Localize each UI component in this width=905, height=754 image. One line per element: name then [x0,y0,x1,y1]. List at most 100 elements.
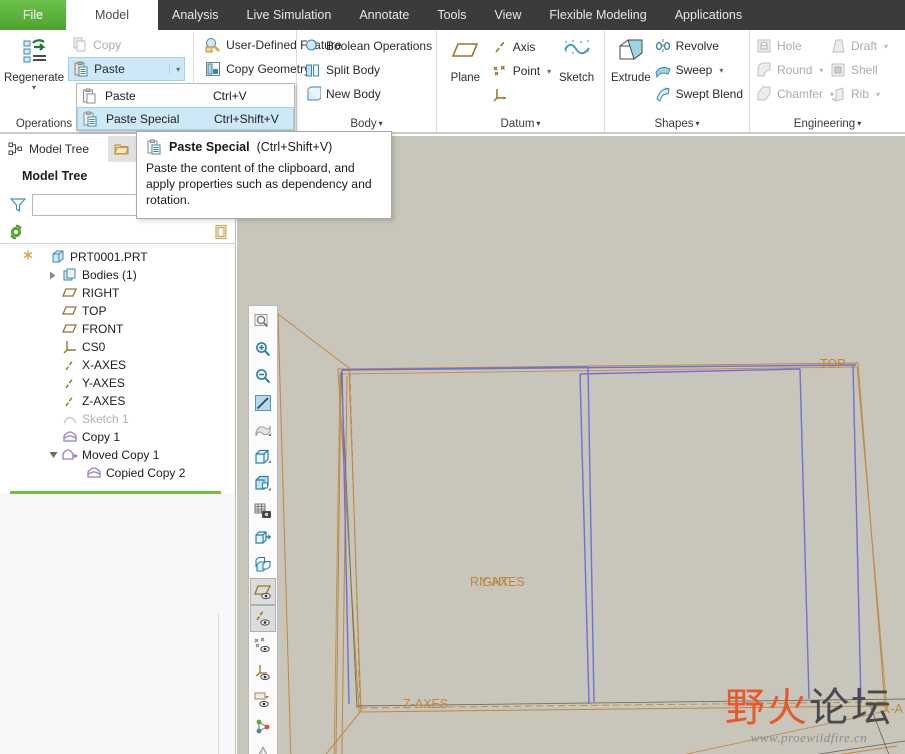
tab-analysis[interactable]: Analysis [158,0,233,30]
extrude-button[interactable]: Extrude [609,33,653,106]
paste-split-button[interactable]: Paste ▾ [68,57,186,81]
tree-row-x-axes[interactable]: X-AXES [0,356,235,374]
round-button[interactable]: Round ▾ [754,58,828,82]
expand-arrow-icon[interactable] [48,270,58,280]
plane-button[interactable]: Plane [441,33,490,107]
axis-label-y[interactable]: Y-AXES [480,575,525,589]
tab-model-label: Model [94,8,130,22]
tab-live-simulation[interactable]: Live Simulation [233,0,346,30]
image-capture-icon[interactable] [250,497,276,524]
axis-icon [62,393,78,409]
sweep-label: Sweep [675,63,713,77]
regenerate-button[interactable]: Regenerate ▾ [4,33,64,92]
axis-icon [62,375,78,391]
tree-row-part[interactable]: PRT0001.PRT [0,248,235,266]
rib-caret-icon[interactable]: ▾ [876,90,880,99]
refit-icon[interactable] [250,308,276,335]
axis-label-z[interactable]: Z-AXES [403,697,448,711]
datum-axis-display-icon[interactable] [250,605,276,632]
tree-row-z-axes[interactable]: Z-AXES [0,392,235,410]
tree-row-front[interactable]: FRONT [0,320,235,338]
tab-annotate[interactable]: Annotate [345,0,423,30]
zoom-in-icon[interactable] [250,335,276,362]
watermark: 野火论坛 www.proewildfire.cn [725,687,893,746]
tab-tools[interactable]: Tools [423,0,480,30]
saved-orientations-icon[interactable] [250,443,276,470]
appearance-gallery-icon[interactable] [250,551,276,578]
body-group-label[interactable]: Body ▾ [297,118,436,130]
perspective-view-icon[interactable] [250,416,276,443]
zoom-out-icon[interactable] [250,362,276,389]
sketch-button[interactable]: Sketch [553,33,600,107]
panel-tab-model-tree[interactable]: Model Tree [0,135,108,162]
tab-model[interactable]: Model [66,0,158,30]
tree-row-sketch-1[interactable]: Sketch 1 [0,410,235,428]
coordinate-system-button[interactable] [490,83,553,107]
shapes-group-label[interactable]: Shapes ▾ [605,118,749,130]
insert-here-bar[interactable] [10,491,221,494]
rib-button[interactable]: Rib ▾ [828,82,901,106]
tab-view[interactable]: View [481,0,536,30]
datum-plane-display-icon[interactable] [250,578,276,605]
datum-label-top[interactable]: TOP [820,357,845,371]
tree-row-y-axes[interactable]: Y-AXES [0,374,235,392]
orientation-icon[interactable] [250,740,276,754]
regenerate-caret-icon[interactable]: ▾ [4,84,64,92]
display-style-icon[interactable] [250,524,276,551]
view-manager-icon[interactable] [250,470,276,497]
hole-button[interactable]: Hole [754,34,828,58]
new-body-icon [305,86,322,102]
model-tree-empty-area [0,616,235,754]
boolean-operations-button[interactable]: Boolean Operations [301,34,432,58]
sweep-caret-icon[interactable]: ▾ [719,66,723,75]
datum-point-display-icon[interactable] [250,632,276,659]
datum-group-label[interactable]: Datum ▾ [437,118,604,130]
sweep-button[interactable]: Sweep ▾ [653,58,745,82]
swept-blend-button[interactable]: Swept Blend [653,82,745,106]
plane-icon [450,37,480,67]
tree-row-copy-1[interactable]: Copy 1 [0,428,235,446]
spin-center-icon[interactable] [250,713,276,740]
tree-row-bodies[interactable]: Bodies (1) [0,266,235,284]
watermark-url: www.proewildfire.cn [750,730,868,745]
refresh-tree-icon[interactable] [8,224,24,240]
annotation-display-icon[interactable] [250,686,276,713]
shell-icon [830,62,846,78]
csys-display-icon[interactable] [250,659,276,686]
tab-file[interactable]: File [0,0,66,30]
panel-folder-browser-button[interactable] [108,135,136,162]
chamfer-button[interactable]: Chamfer ▾ [754,82,834,106]
point-caret-icon[interactable]: ▾ [547,67,551,76]
paste-dropdown-caret-icon[interactable]: ▾ [169,64,180,74]
point-button[interactable]: Point ▾ [490,59,553,83]
split-body-button[interactable]: Split Body [301,58,432,82]
tree-row-top[interactable]: TOP [0,302,235,320]
round-caret-icon[interactable]: ▾ [819,66,823,75]
collapse-arrow-icon[interactable] [48,450,58,460]
new-body-button[interactable]: New Body [301,82,432,106]
shell-label: Shell [851,63,878,77]
shell-button[interactable]: Shell [828,58,901,82]
tree-row-right[interactable]: RIGHT [0,284,235,302]
repaint-icon[interactable] [250,389,276,416]
menu-item-paste-special[interactable]: Paste Special Ctrl+Shift+V [77,107,294,130]
tab-applications[interactable]: Applications [661,0,756,30]
tree-row-cs0[interactable]: CS0 [0,338,235,356]
tree-row-moved-copy-1[interactable]: Moved Copy 1 [0,446,235,464]
tab-flexible-modeling[interactable]: Flexible Modeling [535,0,660,30]
tree-row-label: Z-AXES [82,394,126,408]
round-icon [756,62,772,78]
tree-row-copied-copy-2[interactable]: Copied Copy 2 [0,464,235,482]
tree-columns-icon[interactable] [213,224,229,240]
engineering-group-label[interactable]: Engineering ▾ [750,118,905,130]
model-tree-column-separator [218,614,219,754]
axis-button[interactable]: Axis [490,35,553,59]
graphics-viewport[interactable]: TOP RIGHT Y-AXES Z-AXES X-A FRONT 野火论坛 w… [237,136,905,754]
draft-button[interactable]: Draft ▾ [828,34,901,58]
menu-item-paste-shortcut: Ctrl+V [213,88,247,103]
draft-caret-icon[interactable]: ▾ [884,42,888,51]
copy-button[interactable]: Copy [68,33,185,57]
menu-item-paste[interactable]: Paste Ctrl+V [77,84,294,107]
revolve-button[interactable]: Revolve [653,34,745,58]
filter-icon[interactable] [9,197,27,213]
